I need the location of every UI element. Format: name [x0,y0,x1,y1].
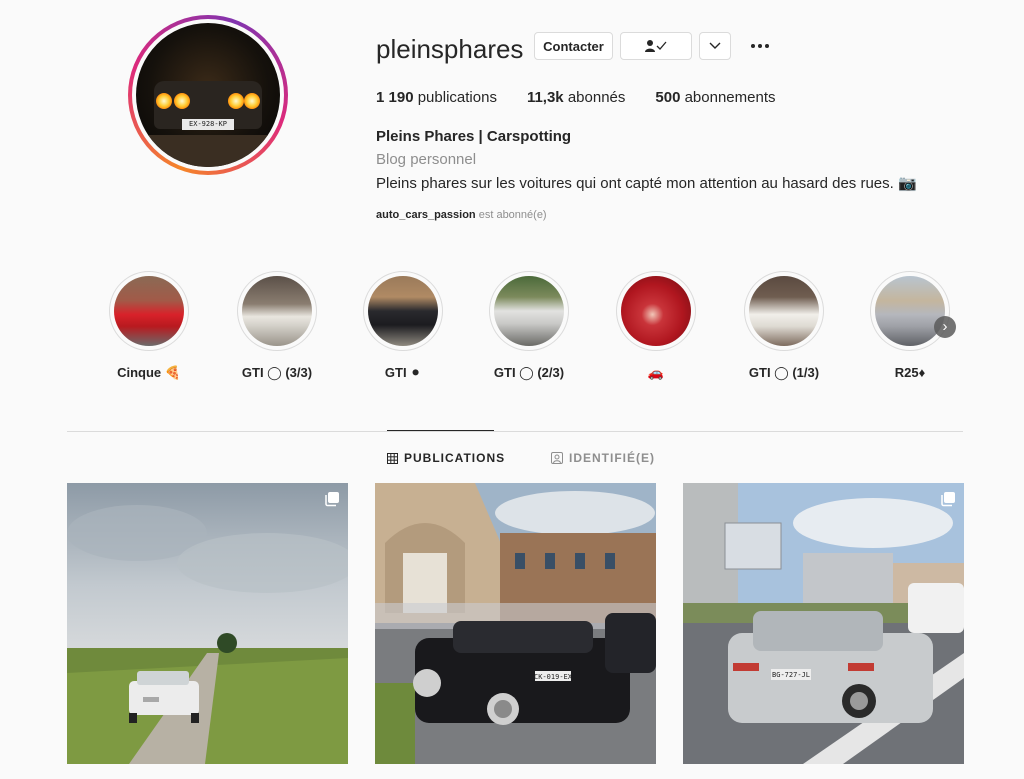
suggested-dropdown-button[interactable] [699,32,731,60]
highlight-label: GTI ◯ (3/3) [241,365,313,380]
chevron-down-icon [709,42,721,49]
highlight-item[interactable]: 🚗 [606,271,706,381]
highlight-item[interactable]: GTI ⚫ [353,271,453,381]
more-options-button[interactable] [748,36,772,56]
post-thumbnail[interactable]: BG-727-JL [683,483,964,764]
profile-category: Blog personnel [376,151,477,168]
highlight-item[interactable]: GTI ◯ (2/3) [479,271,579,381]
following-button[interactable] [620,32,692,60]
multi-image-icon [325,492,339,507]
followers-link[interactable]: 11,3k abonnés [527,89,625,106]
highlight-item[interactable]: Cinque 🍕 [99,271,199,381]
active-tab-indicator [387,430,494,431]
profile-full-name: Pleins Phares | Carspotting [376,128,572,145]
highlight-label: R25♦ [894,365,926,380]
highlight-label: GTI ⚫ [384,365,422,380]
highlight-item[interactable]: GTI ◯ (1/3) [734,271,834,381]
grid-icon [387,452,398,464]
profile-username: pleinsphares [376,34,524,64]
avatar-plate: EX-928-KP [182,119,234,130]
tabs-divider [67,431,963,432]
profile-stats: 1 190 publications 11,3k abonnés 500 abo… [376,89,806,106]
post-plate: BG-727-JL [772,671,810,679]
post-image: BG-727-JL [683,483,964,764]
post-plate: CK-019-EX [534,673,573,681]
following-link[interactable]: 500 abonnements [655,89,775,106]
post-image [67,483,348,764]
chevron-right-icon: › [942,318,948,335]
tagged-user-icon [551,452,563,464]
post-thumbnail[interactable] [67,483,348,764]
posts-count: 1 190 publications [376,89,497,106]
contact-button[interactable]: Contacter [534,32,613,60]
followed-by[interactable]: auto_cars_passion est abonné(e) [376,209,547,221]
post-thumbnail[interactable]: CK-019-EX [375,483,656,764]
multi-image-icon [941,492,955,507]
post-image: CK-019-EX [375,483,656,764]
person-check-icon [645,40,667,52]
highlight-label: GTI ◯ (2/3) [493,365,565,380]
highlight-item[interactable]: GTI ◯ (3/3) [227,271,327,381]
highlight-label: 🚗 [647,365,665,380]
followed-by-user[interactable]: auto_cars_passion [376,209,476,221]
tab-tagged[interactable]: IDENTIFIÉ(E) [551,451,655,465]
tab-publications[interactable]: PUBLICATIONS [387,451,505,465]
profile-avatar[interactable]: EX-928-KP [128,15,288,175]
profile-bio: Pleins phares sur les voitures qui ont c… [376,175,917,192]
highlight-label: GTI ◯ (1/3) [748,365,820,380]
highlights-next-button[interactable]: › [934,316,956,338]
highlight-label: Cinque 🍕 [117,365,181,380]
more-icon [751,44,755,48]
